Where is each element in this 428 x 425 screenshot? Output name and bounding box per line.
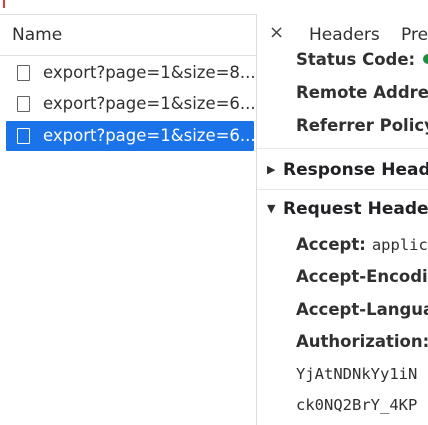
- name-column-header[interactable]: Name: [0, 14, 257, 56]
- document-icon: [17, 65, 30, 81]
- accept-value: applic: [371, 236, 428, 254]
- remote-address-label: Remote Address: [296, 83, 428, 102]
- tab-headers[interactable]: Headers: [309, 24, 380, 46]
- referrer-policy-label: Referrer Policy:: [296, 116, 428, 135]
- document-icon: [17, 128, 30, 144]
- accept-label: Accept:: [296, 235, 366, 254]
- request-row[interactable]: export?page=1&size=6...: [6, 89, 254, 119]
- request-details-pane: × Headers Pre Status Code: Remote Addres…: [257, 0, 428, 425]
- request-headers-title: Request Headers: [283, 199, 428, 219]
- status-dot-icon: [423, 54, 428, 64]
- accept-encoding-row: Accept-Encodin: [296, 266, 428, 288]
- accept-encoding-label: Accept-Encodin: [296, 267, 428, 286]
- accept-language-label: Accept-Languag: [296, 300, 428, 319]
- authorization-value-line: YjAtNDNkYy1iN: [296, 365, 418, 383]
- response-headers-title: Response Header: [283, 160, 428, 180]
- request-row[interactable]: export?page=1&size=8...: [6, 58, 254, 88]
- referrer-policy-row: Referrer Policy:: [296, 115, 428, 137]
- request-name: export?page=1&size=8...: [43, 63, 254, 82]
- status-code-label: Status Code:: [296, 50, 416, 69]
- request-name: export?page=1&size=6...: [43, 94, 254, 113]
- section-divider: [257, 148, 428, 149]
- caret-down-icon: ▼: [267, 202, 276, 215]
- remote-address-row: Remote Address: [296, 82, 428, 104]
- request-name: export?page=1&size=6...: [43, 126, 254, 145]
- caret-right-icon: ▶: [267, 163, 276, 176]
- authorization-row: Authorization:: [296, 331, 428, 353]
- details-tab-bar: × Headers Pre: [257, 14, 428, 54]
- accept-language-row: Accept-Languag: [296, 299, 428, 321]
- response-headers-toggle[interactable]: ▶ Response Header: [267, 159, 428, 181]
- recording-marker: [3, 0, 5, 8]
- network-request-list: Name export?page=1&size=8... export?page…: [0, 0, 257, 425]
- request-headers-toggle[interactable]: ▼ Request Headers: [267, 198, 428, 220]
- tab-preview[interactable]: Pre: [401, 24, 428, 46]
- status-code-row: Status Code:: [296, 49, 428, 71]
- accept-row: Accept: applic: [296, 234, 428, 256]
- close-icon[interactable]: ×: [269, 22, 284, 44]
- document-icon: [17, 96, 30, 112]
- request-row-selected[interactable]: export?page=1&size=6...: [6, 121, 254, 151]
- authorization-label: Authorization:: [296, 332, 428, 351]
- section-divider: [257, 189, 428, 190]
- authorization-value-line: ck0NQ2BrY_4KP: [296, 396, 418, 414]
